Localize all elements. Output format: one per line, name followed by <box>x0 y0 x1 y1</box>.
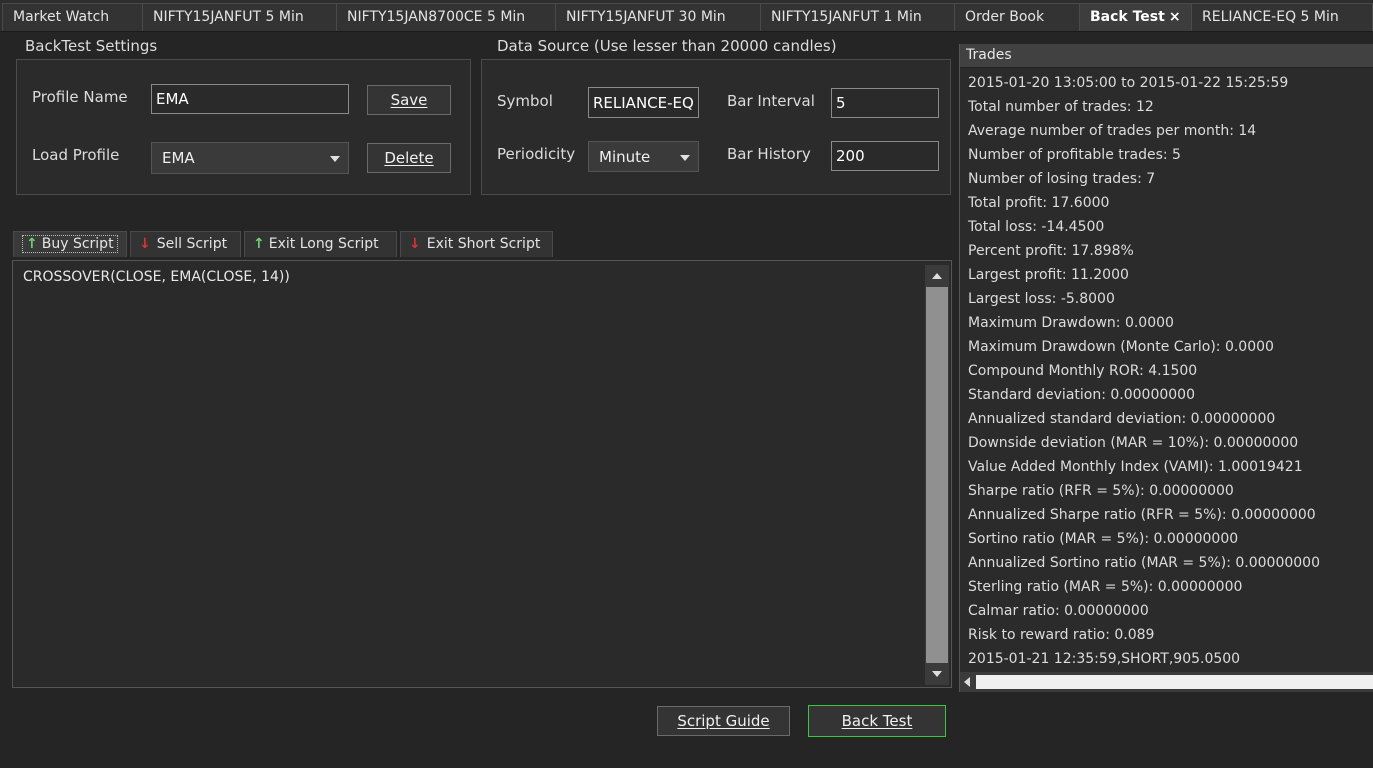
profile-name-label: Profile Name <box>32 88 128 106</box>
scrollbar-thumb[interactable] <box>976 675 1373 689</box>
tab-reliance-5min[interactable]: RELIANCE-EQ 5 Min <box>1191 3 1373 31</box>
list-item: Sterling ratio (MAR = 5%): 0.00000000 <box>968 579 1243 595</box>
tab-label: RELIANCE-EQ 5 Min <box>1202 9 1339 25</box>
trades-panel: Trades 2015-01-20 13:05:00 to 2015-01-22… <box>959 44 1373 692</box>
tab-label: Buy Script <box>41 236 114 252</box>
list-item: Total loss: -14.4500 <box>968 219 1105 235</box>
list-item: 2015-01-21 12:35:59,SHORT,905.0500 <box>968 651 1241 667</box>
list-item: Number of profitable trades: 5 <box>968 147 1181 163</box>
tab-label: NIFTY15JAN8700CE 5 Min <box>347 9 526 25</box>
load-profile-label: Load Profile <box>32 146 120 164</box>
bar-history-label: Bar History <box>727 145 811 163</box>
tab-exit-short-script[interactable]: ↓ Exit Short Script <box>400 231 553 257</box>
profile-name-input[interactable] <box>151 84 349 114</box>
list-item: Compound Monthly ROR: 4.1500 <box>968 363 1198 379</box>
arrow-down-icon: ↓ <box>139 236 151 252</box>
arrow-up-icon: ↑ <box>26 236 38 252</box>
script-text[interactable]: CROSSOVER(CLOSE, EMA(CLOSE, 14)) <box>23 269 290 285</box>
delete-button[interactable]: Delete <box>367 143 451 173</box>
tab-label: NIFTY15JANFUT 5 Min <box>153 9 304 25</box>
horizontal-scrollbar[interactable] <box>960 672 1373 692</box>
arrow-up-icon: ↑ <box>253 236 265 252</box>
tab-niftyjanfut-30min[interactable]: NIFTY15JANFUT 30 Min <box>555 3 761 31</box>
list-item: 2015-01-20 13:05:00 to 2015-01-22 15:25:… <box>968 75 1289 91</box>
bar-interval-label: Bar Interval <box>727 92 815 110</box>
data-source-group <box>481 59 951 195</box>
periodicity-label: Periodicity <box>497 145 576 163</box>
tab-back-test[interactable]: Back Test × <box>1079 3 1192 31</box>
document-tab-bar: Market Watch NIFTY15JANFUT 5 Min NIFTY15… <box>0 0 1373 32</box>
list-item: Maximum Drawdown: 0.0000 <box>968 315 1174 331</box>
list-item: Downside deviation (MAR = 10%): 0.000000… <box>968 435 1299 451</box>
tab-order-book[interactable]: Order Book <box>954 3 1080 31</box>
backtest-settings-group <box>16 59 471 195</box>
tab-market-watch[interactable]: Market Watch <box>2 3 143 31</box>
list-item: Maximum Drawdown (Monte Carlo): 0.0000 <box>968 339 1274 355</box>
list-item: Total number of trades: 12 <box>968 99 1154 115</box>
list-item: Percent profit: 17.898% <box>968 243 1134 259</box>
close-icon[interactable]: × <box>1169 9 1181 25</box>
list-item: Number of losing trades: 7 <box>968 171 1156 187</box>
back-test-button[interactable]: Back Test <box>808 705 946 737</box>
tab-sell-script[interactable]: ↓ Sell Script <box>130 231 241 257</box>
symbol-input[interactable] <box>588 87 699 118</box>
list-item: Risk to reward ratio: 0.089 <box>968 627 1155 643</box>
list-item: Annualized Sharpe ratio (RFR = 5%): 0.00… <box>968 507 1316 523</box>
scroll-left-icon[interactable] <box>964 677 970 687</box>
list-item: Annualized standard deviation: 0.0000000… <box>968 411 1276 427</box>
tab-exit-long-script[interactable]: ↑ Exit Long Script <box>244 231 397 257</box>
vertical-scrollbar[interactable] <box>925 265 949 685</box>
tab-niftyjanfut-1min[interactable]: NIFTY15JANFUT 1 Min <box>760 3 955 31</box>
list-item: Sortino ratio (MAR = 5%): 0.00000000 <box>968 531 1239 547</box>
tab-label: Order Book <box>965 9 1045 25</box>
tab-nifty8700ce-5min[interactable]: NIFTY15JAN8700CE 5 Min <box>336 3 556 31</box>
tab-label: NIFTY15JANFUT 1 Min <box>771 9 922 25</box>
periodicity-select[interactable]: Minute <box>588 141 699 172</box>
script-editor[interactable]: CROSSOVER(CLOSE, EMA(CLOSE, 14)) <box>12 260 952 688</box>
tab-label: Exit Short Script <box>426 236 541 252</box>
arrow-down-icon: ↓ <box>409 236 421 252</box>
load-profile-select[interactable]: EMA <box>151 142 349 174</box>
tab-label: Back Test <box>1090 9 1165 25</box>
scroll-down-icon[interactable] <box>932 671 942 677</box>
list-item: Average number of trades per month: 14 <box>968 123 1257 139</box>
backtest-settings-title: BackTest Settings <box>25 37 158 55</box>
data-source-title: Data Source (Use lesser than 20000 candl… <box>497 37 837 55</box>
trades-list: 2015-01-20 13:05:00 to 2015-01-22 15:25:… <box>968 71 1320 671</box>
list-item: Largest loss: -5.8000 <box>968 291 1115 307</box>
tab-label: NIFTY15JANFUT 30 Min <box>566 9 726 25</box>
scrollbar-thumb[interactable] <box>926 287 948 663</box>
tab-niftyjanfut-5min[interactable]: NIFTY15JANFUT 5 Min <box>142 3 337 31</box>
tab-label: Sell Script <box>156 236 228 252</box>
symbol-label: Symbol <box>497 92 553 110</box>
tab-label: Exit Long Script <box>268 236 379 252</box>
chevron-down-icon <box>680 155 690 161</box>
bar-interval-input[interactable] <box>831 88 939 118</box>
tab-label: Market Watch <box>13 9 110 25</box>
list-item: Largest profit: 11.2000 <box>968 267 1129 283</box>
load-profile-value: EMA <box>162 149 195 167</box>
scroll-up-icon[interactable] <box>932 273 942 279</box>
chevron-down-icon <box>330 156 340 162</box>
list-item: Total profit: 17.6000 <box>968 195 1110 211</box>
save-button[interactable]: Save <box>367 85 451 115</box>
list-item: Sharpe ratio (RFR = 5%): 0.00000000 <box>968 483 1234 499</box>
list-item: Standard deviation: 0.00000000 <box>968 387 1195 403</box>
list-item: Value Added Monthly Index (VAMI): 1.0001… <box>968 459 1303 475</box>
script-guide-button[interactable]: Script Guide <box>657 706 790 736</box>
list-item: Calmar ratio: 0.00000000 <box>968 603 1149 619</box>
trades-header: Trades <box>960 44 1373 68</box>
tab-buy-script[interactable]: ↑ Buy Script <box>13 231 127 257</box>
list-item: Annualized Sortino ratio (MAR = 5%): 0.0… <box>968 555 1320 571</box>
periodicity-value: Minute <box>599 148 651 166</box>
bar-history-input[interactable] <box>831 141 939 171</box>
